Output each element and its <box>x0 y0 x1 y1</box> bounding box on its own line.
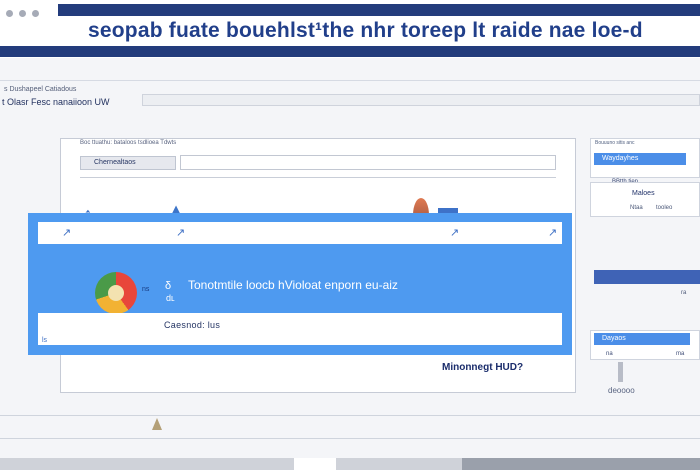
arrow-icon: ↗ <box>176 227 186 239</box>
side-connector <box>618 362 623 382</box>
page-title: seopab fuate bouehlst¹the nhr toreep lt … <box>88 19 643 42</box>
dialog-message: Tonotmtile loocb hVioloat enporn eu-aiz <box>188 278 398 292</box>
side-progress-bar <box>594 270 700 284</box>
status-label[interactable]: Minonnegt HUD? <box>442 362 523 373</box>
minimize-dot-icon[interactable] <box>19 10 26 17</box>
panel-input[interactable] <box>180 155 556 170</box>
logo-center <box>108 285 124 301</box>
side-button[interactable]: Waydayhes <box>594 153 686 165</box>
dialog-header <box>38 222 562 244</box>
dialog-corner-label: ls <box>42 337 48 344</box>
side-card <box>590 182 700 217</box>
arrow-icon: ↗ <box>450 227 460 239</box>
side-label: tooleo <box>656 205 673 211</box>
side-bar-label: ra <box>681 290 687 296</box>
address-field[interactable] <box>142 94 700 106</box>
side-button[interactable]: Dayaos <box>594 333 690 345</box>
close-dot-icon[interactable] <box>6 10 13 17</box>
dialog-footer-label[interactable]: Caesnod: lus <box>164 320 220 330</box>
dropdown-label: Chernealtaos <box>94 159 136 166</box>
side-label: Ntaa <box>630 205 643 211</box>
divider <box>0 80 700 81</box>
taskbar[interactable] <box>0 458 700 470</box>
panel-caption: Boc ttuathu: bataloos tsdlioea Tdwts <box>80 140 177 146</box>
arrow-icon: ↗ <box>548 227 558 239</box>
divider <box>0 415 700 416</box>
dialog-sign: ns <box>142 286 150 293</box>
mouse-pointer-icon <box>152 418 162 430</box>
divider <box>0 438 700 439</box>
maximize-dot-icon[interactable] <box>32 10 39 17</box>
side-label: na <box>606 351 613 357</box>
dialog-sign: δ <box>165 280 172 292</box>
header-stripe-top <box>58 4 700 16</box>
window-controls[interactable] <box>6 10 39 17</box>
side-status: deoooo <box>608 386 635 395</box>
section-label: t Olasr Fesc nanaiioon UW <box>2 97 110 107</box>
side-title: Maloes <box>632 190 655 197</box>
dialog-footer <box>38 313 562 345</box>
breadcrumb[interactable]: s Dushapeel Catiadous <box>4 86 76 93</box>
side-label: ma <box>676 351 685 357</box>
dialog-sign: dʟ <box>166 293 175 303</box>
header-stripe-bottom <box>0 46 700 57</box>
side-caption: Bouuuno sitis anc <box>595 140 635 146</box>
arrow-icon: ↗ <box>62 227 72 239</box>
divider <box>80 177 556 178</box>
